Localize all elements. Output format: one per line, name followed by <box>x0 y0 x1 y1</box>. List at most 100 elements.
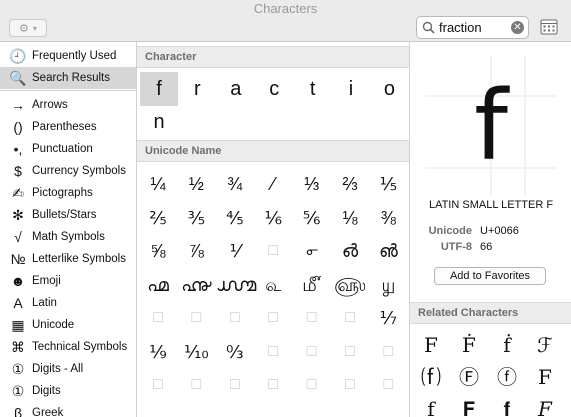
unicode-character-cell[interactable]: ൷ <box>177 268 215 302</box>
unicode-character-cell[interactable]: ൴ <box>331 234 369 268</box>
unicode-character-cell[interactable]: ⅑ <box>139 335 177 369</box>
unicode-character-cell[interactable]: □ <box>293 301 331 335</box>
related-character-cell[interactable]: F <box>526 361 564 393</box>
unicode-character-cell[interactable]: ൸ <box>216 268 257 302</box>
unicode-character-cell[interactable]: □ <box>139 368 177 402</box>
unicode-character-cell[interactable]: ௳ <box>254 268 292 302</box>
unicode-character-cell[interactable]: ⅞ <box>177 234 215 268</box>
unicode-character-cell[interactable]: ⅕ <box>369 167 407 201</box>
sidebar-item-label: Currency Symbols <box>32 165 126 177</box>
unicode-character-cell[interactable]: □ <box>216 301 254 335</box>
related-character-cell[interactable]: 𝐟 <box>488 393 526 417</box>
sidebar-item-technical-symbols[interactable]: ⌘ Technical Symbols <box>0 336 136 358</box>
sidebar-item-greek[interactable]: β Greek <box>0 402 136 417</box>
grid-view-icon[interactable] <box>540 19 558 35</box>
unicode-character-cell[interactable]: ⅙ <box>254 201 292 235</box>
unicode-character-cell[interactable]: ൳ <box>293 234 331 268</box>
unicode-character-cell[interactable]: ⅒ <box>177 335 215 369</box>
unicode-character-cell[interactable]: ⅔ <box>331 167 369 201</box>
add-to-favorites-button[interactable]: Add to Favorites <box>434 267 546 285</box>
sidebar-item-currency-symbols[interactable]: $ Currency Symbols <box>0 160 136 182</box>
unicode-character-cell[interactable]: □ <box>177 301 215 335</box>
sidebar-item-label: Technical Symbols <box>32 341 128 353</box>
unicode-name-section-header: Unicode Name <box>137 140 409 162</box>
unicode-character-cell[interactable]: □ <box>216 368 254 402</box>
glyph-large: f <box>474 70 508 182</box>
unicode-character-cell[interactable]: ⅜ <box>369 201 407 235</box>
unicode-character-cell[interactable]: □ <box>254 301 292 335</box>
related-character-cell[interactable]: Ⓕ <box>450 361 488 393</box>
unicode-character-cell[interactable]: □ <box>139 301 177 335</box>
unicode-character-cell[interactable]: ௴ <box>293 268 331 302</box>
sidebar-item-parentheses[interactable]: () Parentheses <box>0 116 136 138</box>
related-character-cell[interactable]: ⒡ <box>412 361 450 393</box>
unicode-character-cell[interactable]: ⅗ <box>177 201 215 235</box>
sidebar-item-frequently-used[interactable]: 🕘 Frequently Used <box>0 45 136 67</box>
sidebar-item-label: Frequently Used <box>32 50 117 62</box>
unicode-character-cell[interactable]: ⅘ <box>216 201 254 235</box>
character-cell[interactable]: i <box>332 72 370 106</box>
window-title: Characters <box>253 1 318 16</box>
sidebar-item-bullets-stars[interactable]: ✻ Bullets/Stars <box>0 204 136 226</box>
unicode-character-cell[interactable]: □ <box>254 234 292 268</box>
related-character-cell[interactable]: 𝐹 <box>526 393 564 417</box>
unicode-character-cell[interactable]: ¾ <box>216 167 254 201</box>
unicode-character-cell[interactable]: ⅓ <box>293 167 331 201</box>
sidebar-item-math-symbols[interactable]: √ Math Symbols <box>0 226 136 248</box>
unicode-character-cell[interactable]: □ <box>369 335 407 369</box>
related-character-cell[interactable]: Ḟ <box>450 329 488 361</box>
sidebar-item-pictographs[interactable]: ✍ Pictographs <box>0 182 136 204</box>
related-character-cell[interactable]: f <box>412 393 450 417</box>
related-character-cell[interactable]: ⓕ <box>488 361 526 393</box>
clock-icon: 🕘 <box>9 48 27 64</box>
unicode-character-cell[interactable]: ௶ <box>369 268 407 302</box>
unicode-character-cell[interactable]: ௵ <box>331 268 369 302</box>
unicode-character-cell[interactable]: ⅖ <box>139 201 177 235</box>
character-cell[interactable]: n <box>140 105 178 139</box>
character-cell[interactable]: r <box>178 72 216 106</box>
unicode-character-cell[interactable]: ⅐ <box>369 301 407 335</box>
unicode-character-cell[interactable]: □ <box>293 335 331 369</box>
sidebar-item-letterlike-symbols[interactable]: № Letterlike Symbols <box>0 248 136 270</box>
sidebar-item-digits-all[interactable]: ① Digits - All <box>0 358 136 380</box>
unicode-character-cell[interactable]: □ <box>331 335 369 369</box>
related-character-cell[interactable]: F <box>412 329 450 361</box>
unicode-character-cell[interactable]: ¼ <box>139 167 177 201</box>
unicode-character-cell[interactable]: ൵ <box>369 234 407 268</box>
search-input[interactable] <box>439 19 507 36</box>
character-cell[interactable]: a <box>217 72 255 106</box>
related-character-cell[interactable]: ḟ <box>488 329 526 361</box>
unicode-character-cell[interactable]: □ <box>369 368 407 402</box>
unicode-character-cell[interactable]: □ <box>254 335 292 369</box>
unicode-character-cell[interactable]: □ <box>254 368 292 402</box>
unicode-character-cell[interactable]: ⅟ <box>216 234 254 268</box>
character-cell[interactable]: f <box>140 72 178 106</box>
action-menu-button[interactable]: ⚙ ▾ <box>9 19 47 37</box>
unicode-character-cell[interactable]: ½ <box>177 167 215 201</box>
unicode-character-cell[interactable]: ⅛ <box>331 201 369 235</box>
unicode-character-cell[interactable]: ⅝ <box>139 234 177 268</box>
sidebar-item-unicode[interactable]: ▦ Unicode <box>0 314 136 336</box>
sidebar-item-emoji[interactable]: ☻ Emoji <box>0 270 136 292</box>
unicode-character-cell[interactable]: □ <box>331 368 369 402</box>
character-cell[interactable]: o <box>370 72 408 106</box>
sidebar-item-arrows[interactable]: → Arrows <box>0 94 136 116</box>
unicode-character-cell[interactable]: ↉ <box>216 335 254 369</box>
clear-search-icon[interactable]: ✕ <box>511 21 524 34</box>
character-cell[interactable]: c <box>255 72 293 106</box>
sidebar-item-label: Search Results <box>32 72 110 84</box>
search-field[interactable]: ✕ <box>416 16 529 39</box>
related-character-cell[interactable]: 𝐅 <box>450 393 488 417</box>
unicode-character-cell[interactable]: □ <box>177 368 215 402</box>
sidebar-item-search-results[interactable]: 🔍 Search Results <box>0 67 136 89</box>
unicode-character-cell[interactable]: □ <box>293 368 331 402</box>
unicode-character-cell[interactable]: ൶ <box>139 268 177 302</box>
unicode-character-cell[interactable]: ⅚ <box>293 201 331 235</box>
related-character-cell[interactable]: ℱ <box>526 329 564 361</box>
sidebar-item-digits[interactable]: ① Digits <box>0 380 136 402</box>
sidebar-item-punctuation[interactable]: •, Punctuation <box>0 138 136 160</box>
unicode-character-cell[interactable]: ⁄ <box>254 167 292 201</box>
sidebar-item-latin[interactable]: A Latin <box>0 292 136 314</box>
unicode-character-cell[interactable]: □ <box>331 301 369 335</box>
character-cell[interactable]: t <box>294 72 332 106</box>
